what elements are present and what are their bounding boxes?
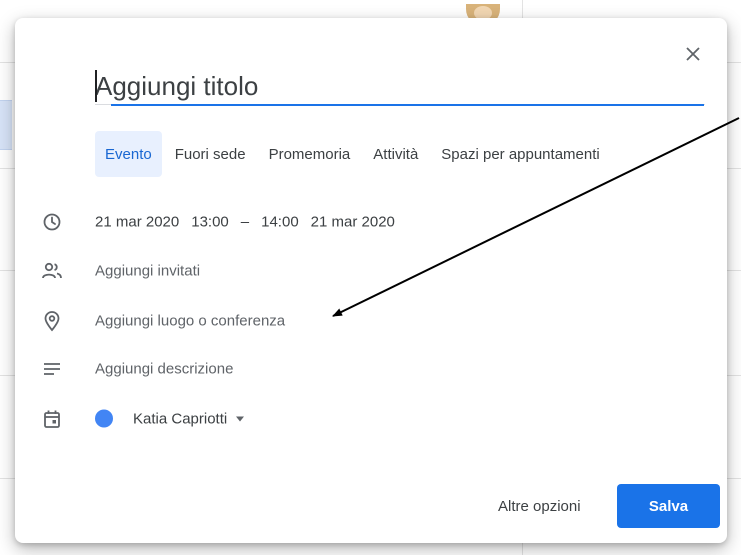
start-time[interactable]: 13:00 xyxy=(191,214,229,231)
end-date[interactable]: 21 mar 2020 xyxy=(311,214,395,231)
end-time[interactable]: 14:00 xyxy=(261,214,299,231)
calendar-selector[interactable]: Katia Capriotti xyxy=(95,409,245,428)
datetime-values: 21 mar 2020 13:00–14:00 21 mar 2020 xyxy=(95,214,407,231)
text-caret xyxy=(95,70,97,102)
calendar-name: Katia Capriotti xyxy=(133,410,228,428)
tab-fuori-sede[interactable]: Fuori sede xyxy=(165,131,256,177)
more-options-button[interactable]: Altre opzioni xyxy=(488,484,591,528)
add-description-label[interactable]: Aggiungi descrizione xyxy=(95,361,233,378)
save-button[interactable]: Salva xyxy=(617,484,720,528)
tab-spazi-per-appuntamenti[interactable]: Spazi per appuntamenti xyxy=(431,131,609,177)
caret-down-icon xyxy=(236,416,245,422)
calendar-icon xyxy=(40,407,64,431)
guests-row[interactable]: Aggiungi invitati xyxy=(40,256,200,286)
title-underline-focus xyxy=(111,104,704,106)
calendar-color-dot xyxy=(95,409,113,428)
start-date[interactable]: 21 mar 2020 xyxy=(95,214,179,231)
datetime-row: 21 mar 2020 13:00–14:00 21 mar 2020 xyxy=(40,207,395,237)
title-input[interactable] xyxy=(95,68,705,104)
background-event-chip[interactable] xyxy=(0,100,12,150)
close-button[interactable] xyxy=(677,38,709,70)
event-type-tabs: Evento Fuori sede Promemoria Attività Sp… xyxy=(95,131,613,177)
text-lines-icon xyxy=(40,357,64,381)
add-location-label[interactable]: Aggiungi luogo o conferenza xyxy=(95,313,285,330)
tab-evento[interactable]: Evento xyxy=(95,131,162,177)
close-icon xyxy=(686,47,700,61)
tab-promemoria[interactable]: Promemoria xyxy=(259,131,361,177)
add-guests-label[interactable]: Aggiungi invitati xyxy=(95,263,200,280)
tab-attivita[interactable]: Attività xyxy=(363,131,428,177)
people-icon xyxy=(40,259,64,283)
location-pin-icon xyxy=(40,309,64,333)
time-separator: – xyxy=(240,213,250,231)
location-row[interactable]: Aggiungi luogo o conferenza xyxy=(40,306,285,336)
clock-icon xyxy=(40,210,64,234)
calendar-row[interactable]: Katia Capriotti xyxy=(40,404,245,434)
description-row[interactable]: Aggiungi descrizione xyxy=(40,354,233,384)
